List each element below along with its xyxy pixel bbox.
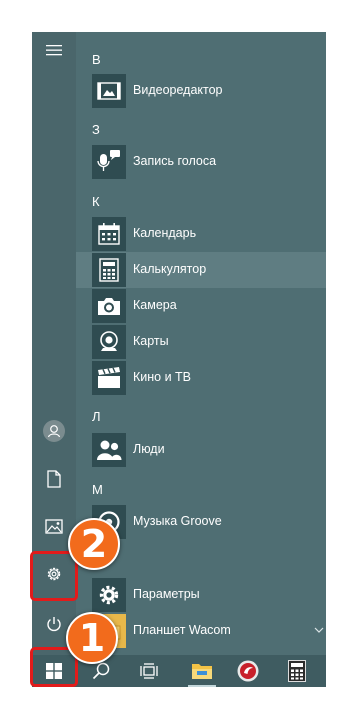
app-item-calculator[interactable]: Калькулятор [76,252,326,288]
app-label: Карты [133,334,169,348]
calculator-icon [99,258,119,282]
search-icon [92,662,110,680]
app-item-maps[interactable]: Карты [76,324,326,360]
app-label: Калькулятор [133,262,207,276]
app-item-settings[interactable]: Параметры [76,577,326,613]
active-indicator [188,685,216,687]
chevron-down-icon [314,627,324,633]
people-icon [97,440,122,460]
app-label: Кино и ТВ [133,370,192,384]
section-letter[interactable]: Л [92,409,101,424]
step-marker-2: 2 [68,518,120,570]
camera-icon [98,298,120,315]
app-label: Музыка Groove [133,514,222,528]
documents-icon [47,470,61,488]
movies-tv-icon [98,367,120,388]
gear-icon [99,585,119,605]
task-view-icon [140,663,158,679]
app-label: Параметры [133,587,200,601]
task-view-button[interactable] [129,655,169,687]
calendar-icon [98,223,120,245]
power-icon [47,617,61,632]
hamburger-menu-button[interactable] [32,32,76,68]
step-marker-1: 1 [66,612,118,664]
video-editor-icon [97,82,121,100]
app-label: Планшет Wacom [133,623,231,637]
app-label: Камера [133,298,177,312]
app-label: Запись голоса [133,154,217,168]
settings-highlight-box [30,551,78,601]
user-account-button[interactable] [32,413,76,449]
section-letter[interactable]: К [92,194,100,209]
file-explorer-button[interactable] [182,655,222,687]
calculator-icon [288,660,306,682]
app-label: Люди [133,442,165,456]
section-letter[interactable]: З [92,122,100,137]
hamburger-menu-icon [46,45,62,56]
maps-icon [100,331,118,351]
scroll-down-button[interactable] [312,623,326,637]
app-list[interactable]: В Видеоредактор З Запись голоса К Календ… [76,32,326,655]
app-item-calendar[interactable]: Календарь [76,216,326,252]
documents-button[interactable] [32,461,76,497]
app-icon [237,660,259,682]
app-item-camera[interactable]: Камера [76,288,326,324]
app-item-video-editor[interactable]: Видеоредактор [76,73,326,109]
file-explorer-icon [192,664,212,679]
app-label: Календарь [133,226,197,240]
section-letter[interactable]: М [92,482,103,497]
calculator-taskbar-button[interactable] [277,655,317,687]
app-item-people[interactable]: Люди [76,432,326,468]
section-letter[interactable]: В [92,52,101,67]
pinned-app-button[interactable] [228,655,268,687]
app-item-movies-tv[interactable]: Кино и ТВ [76,360,326,396]
pictures-icon [45,518,63,534]
user-avatar-icon [43,420,65,442]
voice-recorder-icon [97,150,120,171]
app-item-voice-recorder[interactable]: Запись голоса [76,144,326,180]
app-label: Видеоредактор [133,83,223,97]
